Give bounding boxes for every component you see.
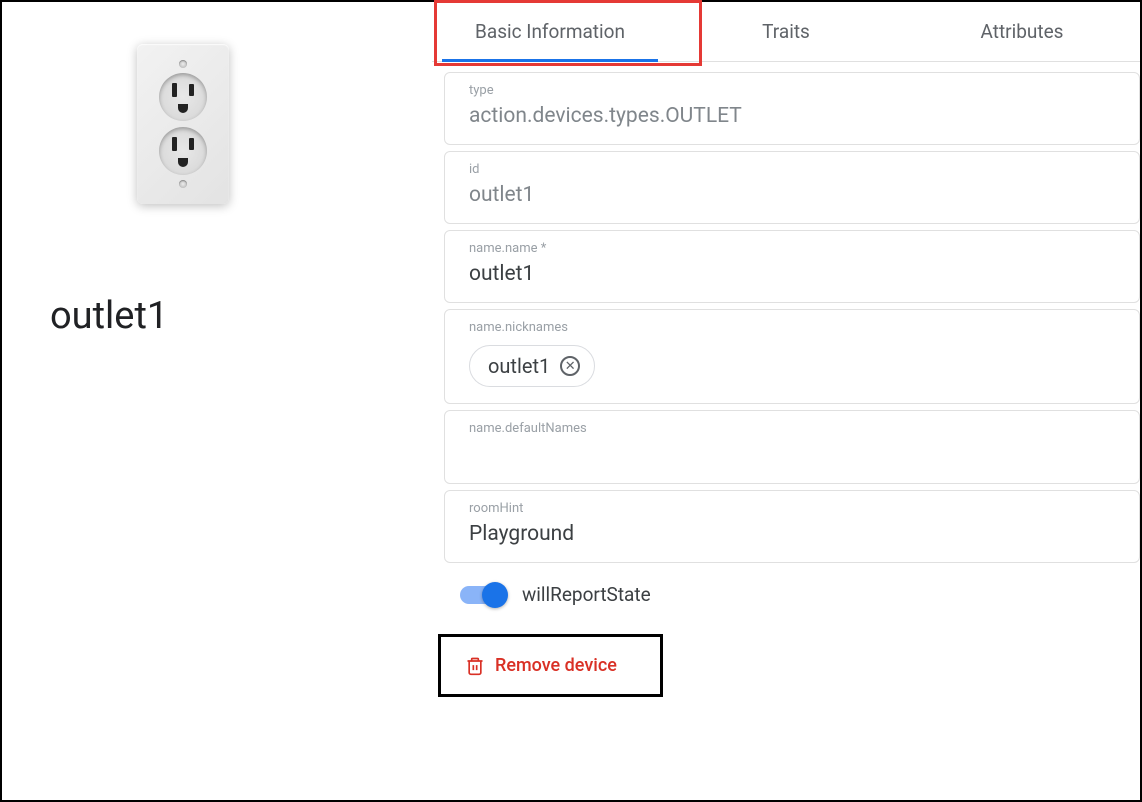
field-value: action.devices.types.OUTLET [469,104,1115,128]
field-id[interactable]: id outlet1 [444,151,1140,224]
chip-label: outlet1 [488,354,550,378]
field-label: id [469,162,1115,177]
field-name-name[interactable]: name.name * outlet1 [444,230,1140,303]
tab-label: Basic Information [475,20,625,43]
tab-basic-information[interactable]: Basic Information [432,2,668,61]
field-value: outlet1 [469,262,1115,286]
device-title: outlet1 [50,294,168,338]
nickname-chip[interactable]: outlet1 ✕ [469,345,595,387]
willreportstate-toggle[interactable] [460,586,504,604]
field-label: type [469,83,1115,98]
tab-traits[interactable]: Traits [668,2,904,61]
field-label: name.name * [469,241,1115,256]
chip-remove-icon[interactable]: ✕ [560,356,580,376]
field-type[interactable]: type action.devices.types.OUTLET [444,72,1140,145]
willreportstate-label: willReportState [522,583,651,606]
device-image [137,44,229,204]
remove-device-label: Remove device [495,655,617,676]
highlight-remove-device: Remove device [438,634,663,697]
field-name-defaultnames[interactable]: name.defaultNames [444,410,1140,484]
field-roomhint[interactable]: roomHint Playground [444,490,1140,563]
remove-device-button[interactable]: Remove device [465,655,617,676]
field-label: name.nicknames [469,320,1115,335]
tab-attributes[interactable]: Attributes [904,2,1140,61]
trash-icon [465,656,485,676]
field-label: name.defaultNames [469,421,1115,436]
field-label: roomHint [469,501,1115,516]
field-value: Playground [469,522,1115,546]
field-value: outlet1 [469,183,1115,207]
tab-label: Traits [762,20,810,43]
tabs: Basic Information Traits Attributes [432,2,1140,62]
tab-label: Attributes [981,20,1064,43]
field-name-nicknames[interactable]: name.nicknames outlet1 ✕ [444,309,1140,404]
